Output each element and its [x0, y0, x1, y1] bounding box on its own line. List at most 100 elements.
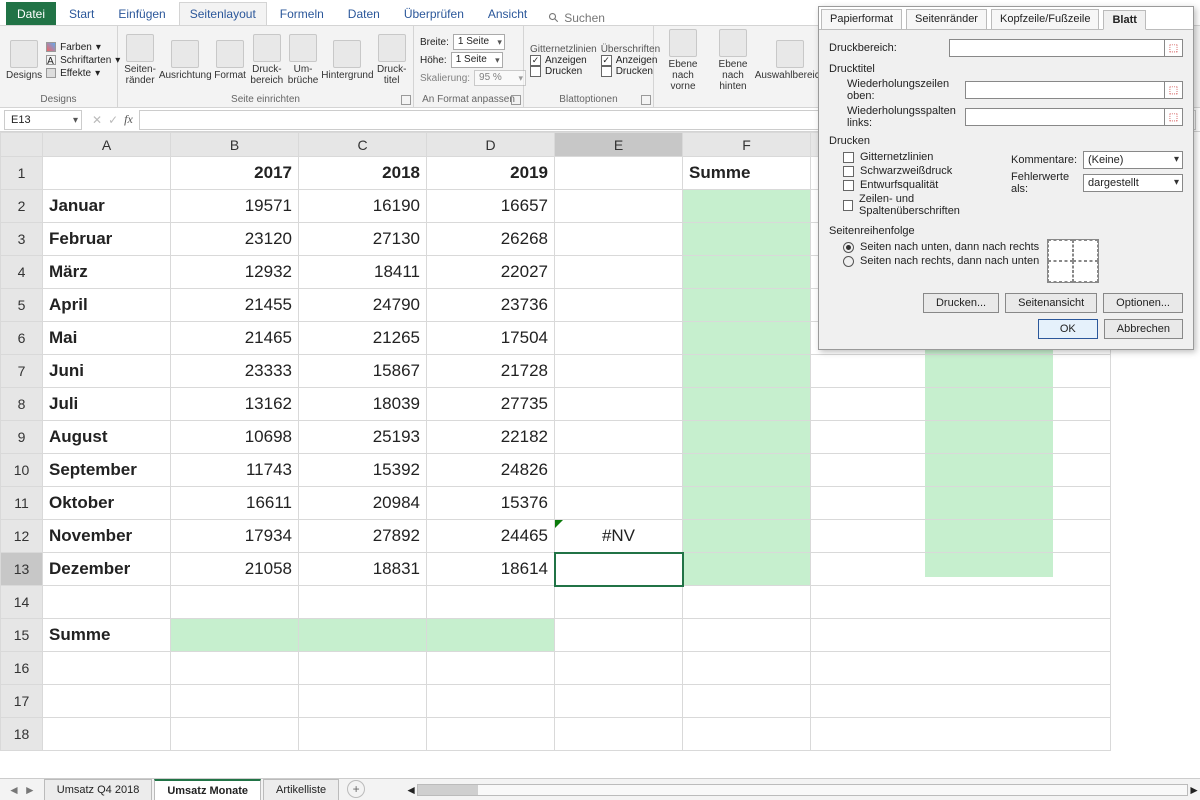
cell[interactable]: Juli	[43, 388, 171, 421]
height-select[interactable]: 1 Seite	[451, 52, 503, 68]
cell[interactable]: 11743	[171, 454, 299, 487]
opt-blackwhite-check[interactable]: Schwarzweißdruck	[843, 165, 1001, 177]
cell[interactable]: 16657	[427, 190, 555, 223]
breaks-button[interactable]: Um- brüche	[288, 28, 319, 92]
dialog-ok-button[interactable]: OK	[1038, 319, 1098, 339]
cell[interactable]: Oktober	[43, 487, 171, 520]
headings-show-check[interactable]: Anzeigen	[601, 55, 660, 66]
orientation-button[interactable]: Ausrichtung	[160, 28, 210, 92]
effects-dropdown[interactable]: Effekte ▾	[46, 68, 120, 79]
send-backward-button[interactable]: Ebene nach hinten	[710, 28, 756, 92]
cell[interactable]: 21465	[171, 322, 299, 355]
cell[interactable]	[43, 157, 171, 190]
cell[interactable]	[299, 718, 427, 751]
opt-draft-check[interactable]: Entwurfsqualität	[843, 179, 1001, 191]
col-header-e[interactable]: E	[555, 133, 683, 157]
dialog-preview-button[interactable]: Seitenansicht	[1005, 293, 1097, 313]
fonts-dropdown[interactable]: ASchriftarten ▾	[46, 55, 120, 66]
tab-view[interactable]: Ansicht	[477, 2, 538, 25]
row-header[interactable]: 4	[1, 256, 43, 289]
cell[interactable]: März	[43, 256, 171, 289]
print-area-picker-icon[interactable]: ⬚	[1165, 39, 1183, 57]
cell[interactable]: 15867	[299, 355, 427, 388]
tell-me-search[interactable]: Suchen	[548, 11, 605, 25]
cell[interactable]	[555, 685, 683, 718]
cell[interactable]: 26268	[427, 223, 555, 256]
cell[interactable]: 17504	[427, 322, 555, 355]
cell[interactable]	[427, 685, 555, 718]
cell[interactable]: 2019	[427, 157, 555, 190]
cell[interactable]: 24790	[299, 289, 427, 322]
horizontal-scrollbar[interactable]: ◄►	[405, 779, 1200, 800]
rows-repeat-picker-icon[interactable]: ⬚	[1165, 81, 1183, 99]
row-header[interactable]: 5	[1, 289, 43, 322]
cell[interactable]	[43, 586, 171, 619]
cell[interactable]: April	[43, 289, 171, 322]
cell[interactable]	[555, 619, 683, 652]
cell[interactable]: 2017	[171, 157, 299, 190]
cell[interactable]: Juni	[43, 355, 171, 388]
cell[interactable]	[683, 520, 811, 553]
name-box[interactable]: E13	[4, 110, 82, 130]
active-cell[interactable]	[555, 553, 683, 586]
cell[interactable]	[683, 454, 811, 487]
cell[interactable]: 24826	[427, 454, 555, 487]
cell[interactable]	[811, 718, 1111, 751]
opt-gridlines-check[interactable]: Gitternetzlinien	[843, 151, 1001, 163]
cell[interactable]: Januar	[43, 190, 171, 223]
sheet-options-launcher-icon[interactable]	[641, 95, 651, 105]
cell[interactable]: 18831	[299, 553, 427, 586]
cell[interactable]	[43, 685, 171, 718]
cell[interactable]: 24465	[427, 520, 555, 553]
select-all-corner[interactable]	[1, 133, 43, 157]
cell[interactable]	[555, 289, 683, 322]
col-header-f[interactable]: F	[683, 133, 811, 157]
row-header[interactable]: 6	[1, 322, 43, 355]
dialog-tab-header-footer[interactable]: Kopfzeile/Fußzeile	[991, 9, 1100, 29]
cell[interactable]	[811, 586, 1111, 619]
row-header[interactable]: 3	[1, 223, 43, 256]
cell[interactable]	[683, 619, 811, 652]
cell[interactable]: 18039	[299, 388, 427, 421]
cell[interactable]: 20984	[299, 487, 427, 520]
row-header[interactable]: 16	[1, 652, 43, 685]
tab-formulas[interactable]: Formeln	[269, 2, 335, 25]
cell[interactable]: September	[43, 454, 171, 487]
page-setup-launcher-icon[interactable]	[401, 95, 411, 105]
cell[interactable]	[171, 586, 299, 619]
cell[interactable]: 10698	[171, 421, 299, 454]
col-header-b[interactable]: B	[171, 133, 299, 157]
cell[interactable]: 23120	[171, 223, 299, 256]
comments-select[interactable]: (Keine)	[1083, 151, 1183, 169]
sheet-tab-2[interactable]: Artikelliste	[263, 779, 339, 800]
cell[interactable]	[555, 157, 683, 190]
row-header[interactable]: 14	[1, 586, 43, 619]
cell[interactable]	[299, 586, 427, 619]
cell[interactable]	[555, 586, 683, 619]
tab-insert[interactable]: Einfügen	[107, 2, 176, 25]
cell[interactable]	[171, 718, 299, 751]
sheet-tab-0[interactable]: Umsatz Q4 2018	[44, 779, 153, 800]
cell[interactable]: #NV	[555, 520, 683, 553]
sheet-nav-prev-icon[interactable]: ◄	[8, 783, 20, 797]
row-header[interactable]: 2	[1, 190, 43, 223]
row-header[interactable]: 8	[1, 388, 43, 421]
cell[interactable]	[683, 256, 811, 289]
tab-file[interactable]: Datei	[6, 2, 56, 25]
cell[interactable]: Mai	[43, 322, 171, 355]
row-header[interactable]: 11	[1, 487, 43, 520]
cell[interactable]	[555, 652, 683, 685]
cell[interactable]: Februar	[43, 223, 171, 256]
dialog-options-button[interactable]: Optionen...	[1103, 293, 1183, 313]
cell[interactable]	[427, 586, 555, 619]
cols-repeat-input[interactable]	[965, 108, 1165, 126]
dialog-tab-margins[interactable]: Seitenränder	[906, 9, 987, 29]
cell[interactable]: 16190	[299, 190, 427, 223]
cell[interactable]	[555, 454, 683, 487]
cell[interactable]: Summe	[683, 157, 811, 190]
row-header[interactable]: 1	[1, 157, 43, 190]
themes-button[interactable]: Designs	[6, 28, 42, 92]
order-down-radio[interactable]: Seiten nach unten, dann nach rechts	[843, 241, 1039, 253]
background-button[interactable]: Hintergrund	[322, 28, 372, 92]
row-header[interactable]: 17	[1, 685, 43, 718]
